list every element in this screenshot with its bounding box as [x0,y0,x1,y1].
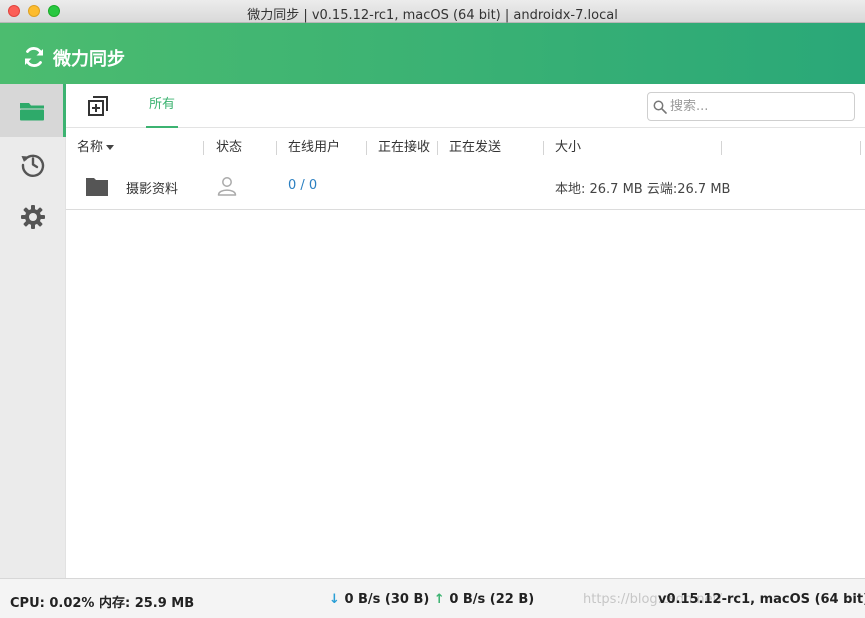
folder-icon [86,178,108,196]
history-icon [21,154,45,177]
column-divider [721,141,722,155]
table-row[interactable] [66,168,865,210]
user-icon [217,177,237,196]
column-header-status[interactable]: 状态 [216,128,242,168]
upload-rate: 0 B/s (22 B) [449,592,535,607]
version-text: v0.15.12-rc1, macOS (64 bit) [658,592,865,607]
size-value: 本地: 26.7 MB 云端:26.7 MB [555,182,731,197]
transfer-rates: ↓ 0 B/s (30 B) ↑ 0 B/s (22 B) [329,592,534,607]
column-divider [366,141,367,155]
search-box[interactable] [647,92,855,121]
column-header-receiving[interactable]: 正在接收 [378,128,430,168]
app-name: 微力同步 [53,49,125,70]
column-divider [203,141,204,155]
column-divider [437,141,438,155]
tab-all[interactable]: 所有 [146,84,178,128]
toolbar: 所有 [66,84,865,128]
search-input[interactable] [670,99,850,114]
folder-icon [19,102,44,120]
search-icon [653,100,667,114]
sync-icon [25,47,43,67]
sidebar [0,84,66,578]
upload-arrow-icon: ↑ [433,592,445,607]
sidebar-item-history[interactable] [0,137,66,190]
online-users-value[interactable]: 0 / 0 [288,178,317,193]
download-arrow-icon: ↓ [329,592,340,607]
sidebar-item-settings[interactable] [0,190,66,243]
table-header: 名称 状态 在线用户 正在接收 正在发送 大小 [66,128,865,168]
column-label-name: 名称 [77,140,104,155]
column-divider [860,141,861,155]
column-header-size[interactable]: 大小 [555,128,581,168]
add-folder-icon[interactable] [86,94,110,118]
status-bar: CPU: 0.02% 内存: 25.9 MB ↓ 0 B/s (30 B) ↑ … [0,578,865,618]
gear-icon [21,204,45,229]
window-title: 微力同步 | v0.15.12-rc1, macOS (64 bit) | an… [247,8,618,23]
folder-name[interactable]: 摄影资料 [126,178,178,197]
download-rate: 0 B/s (30 B) [344,592,430,607]
column-header-sending[interactable]: 正在发送 [449,128,501,168]
sidebar-item-folders[interactable] [0,84,66,137]
column-divider [276,141,277,155]
main-panel: 所有 名称 状态 在线用户 正在接收 正在发送 大小 摄影资料 0 / 0 [66,84,865,578]
column-divider [543,141,544,155]
column-header-name[interactable]: 名称 [77,128,115,168]
sort-caret-icon [106,145,115,150]
cpu-memory-readout: CPU: 0.02% 内存: 25.9 MB [10,596,195,611]
column-header-online-users[interactable]: 在线用户 [288,128,340,168]
window-titlebar: 微力同步 | v0.15.12-rc1, macOS (64 bit) | an… [0,0,865,23]
app-header: 微力同步 [0,23,865,84]
